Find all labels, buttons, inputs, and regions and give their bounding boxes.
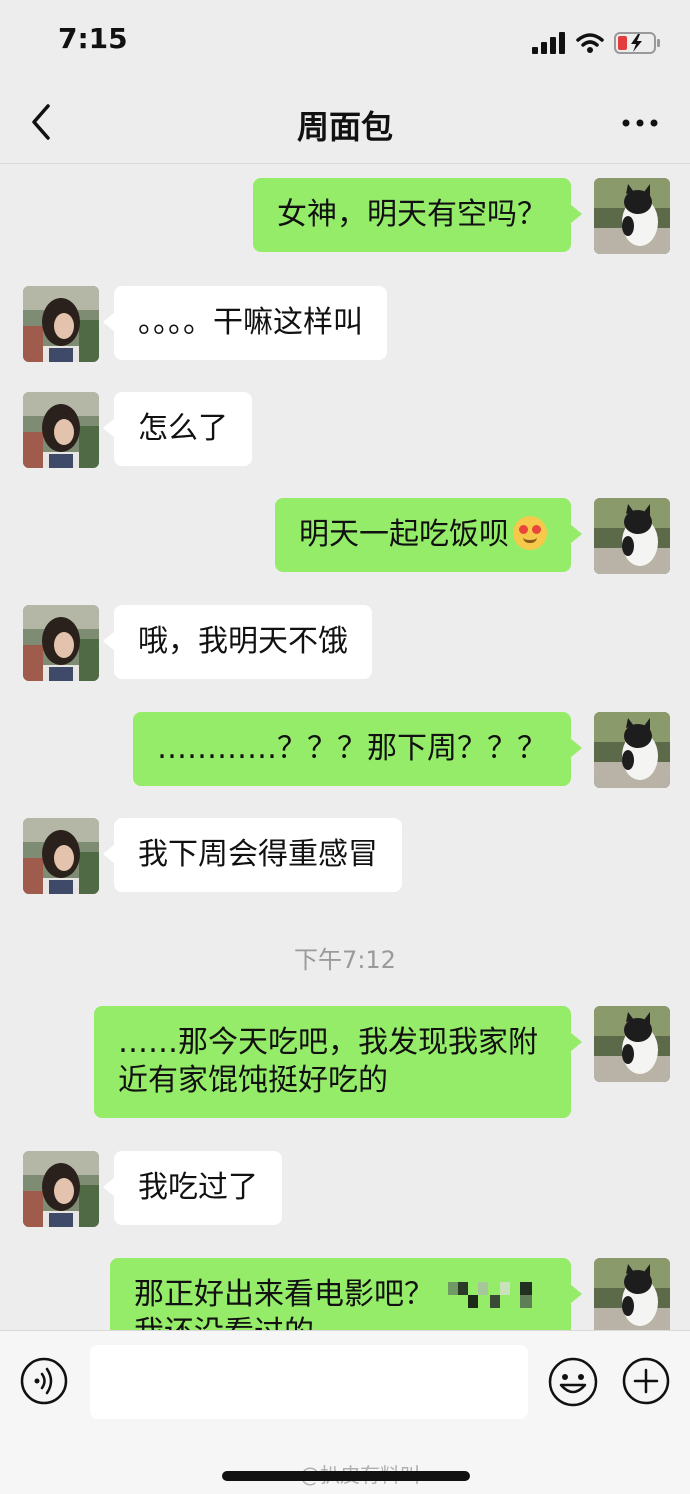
nav-bar: 周面包 — [0, 80, 690, 164]
voice-icon — [20, 1357, 68, 1405]
more-options-button[interactable] — [620, 108, 660, 138]
chat-timestamp: 下午7:12 — [294, 946, 396, 974]
message-bubble-incoming[interactable]: 我下周会得重感冒 — [103, 818, 402, 892]
message-bubble-incoming[interactable]: 。。。。干嘛这样叫 — [103, 286, 387, 360]
message-bubble-outgoing[interactable]: 明天一起吃饭呗 — [275, 498, 582, 572]
message-bubble-outgoing[interactable]: …………？？？那下周？？？ — [133, 712, 582, 786]
message-bubble-outgoing[interactable]: 那正好出来看电影吧？ 我还没看过的 — [110, 1258, 582, 1330]
heart-eyes-emoji-icon — [513, 516, 547, 550]
input-bar: @扒皮有料叫 — [0, 1330, 690, 1494]
my-avatar[interactable] — [594, 1006, 670, 1082]
plus-icon — [622, 1357, 670, 1405]
more-dots-icon — [622, 119, 658, 127]
emoji-button[interactable] — [548, 1357, 598, 1407]
contact-avatar[interactable] — [23, 286, 99, 362]
contact-avatar[interactable] — [23, 392, 99, 468]
message-bubble-incoming[interactable]: 哦，我明天不饿 — [103, 605, 372, 679]
signal-icon — [532, 32, 565, 54]
message-input[interactable] — [90, 1345, 528, 1419]
status-time: 7:15 — [58, 22, 128, 55]
message-text: 明天一起吃饭呗 — [299, 517, 509, 552]
message-bubble-incoming[interactable]: 我吃过了 — [103, 1151, 282, 1225]
battery-charging-icon — [614, 32, 660, 54]
message-text-continued: 我还没看过的 — [134, 1314, 547, 1330]
my-avatar[interactable] — [594, 712, 670, 788]
contact-avatar[interactable] — [23, 818, 99, 894]
contact-avatar[interactable] — [23, 1151, 99, 1227]
status-icons — [532, 30, 662, 56]
home-indicator[interactable] — [222, 1471, 470, 1481]
message-bubble-outgoing[interactable]: ……那今天吃吧，我发现我家附近有家馄饨挺好吃的 — [94, 1006, 582, 1118]
message-bubble-incoming[interactable]: 怎么了 — [103, 392, 252, 466]
pixelated-emoji-icon — [448, 1282, 532, 1308]
smiley-icon — [548, 1357, 598, 1407]
contact-avatar[interactable] — [23, 605, 99, 681]
my-avatar[interactable] — [594, 178, 670, 254]
chat-area[interactable]: 女神，明天有空吗？ 。。。。干嘛这样叫 怎么了 明天一起吃饭呗 哦，我明天不饿 … — [0, 164, 690, 1330]
status-bar: 7:15 — [0, 0, 690, 80]
message-text: 那正好出来看电影吧？ — [134, 1277, 434, 1312]
voice-input-button[interactable] — [20, 1357, 68, 1405]
more-functions-button[interactable] — [622, 1357, 670, 1405]
chat-title: 周面包 — [296, 108, 393, 146]
wifi-icon — [576, 33, 604, 53]
my-avatar[interactable] — [594, 498, 670, 574]
message-bubble-outgoing[interactable]: 女神，明天有空吗？ — [253, 178, 582, 252]
my-avatar[interactable] — [594, 1258, 670, 1330]
